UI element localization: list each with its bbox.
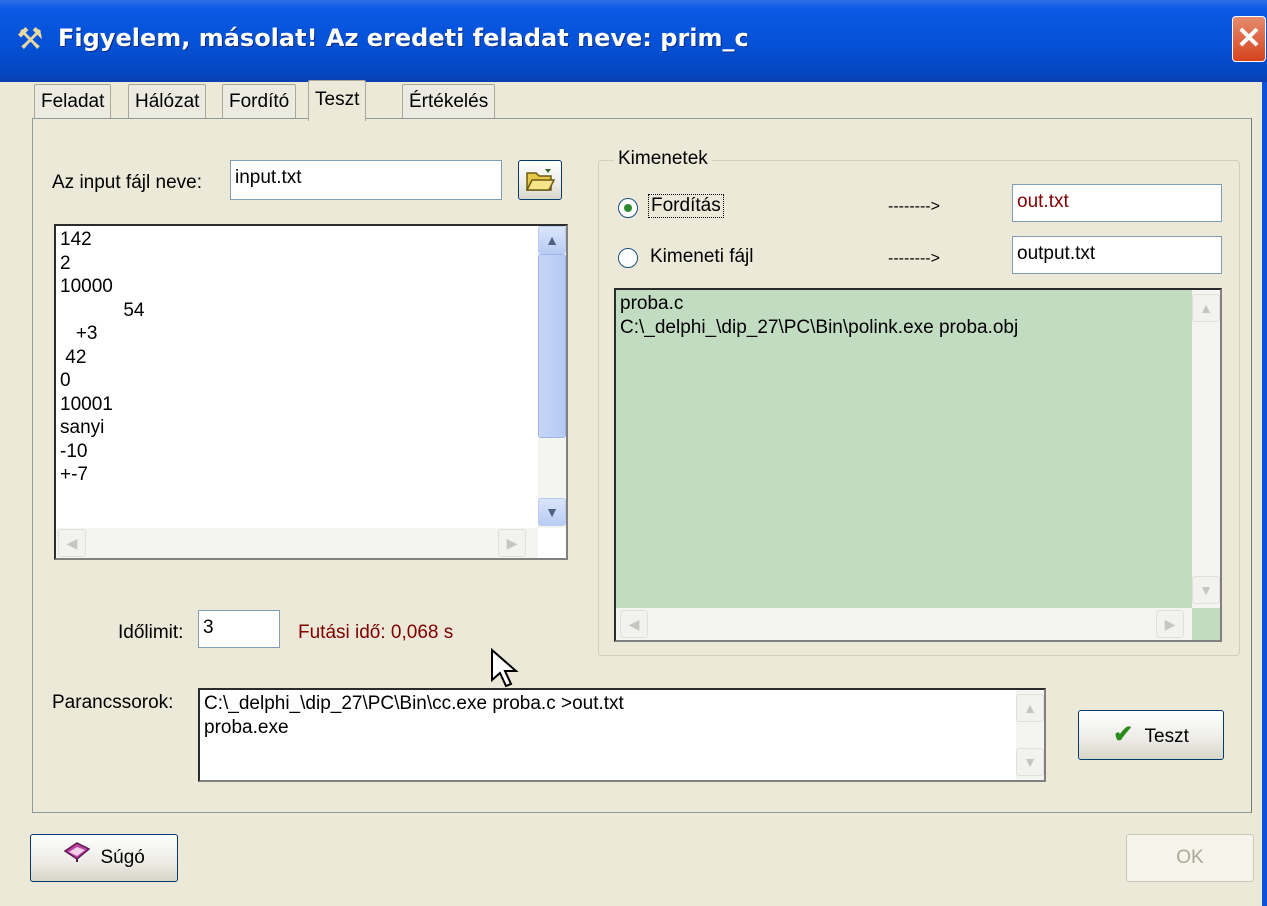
scroll-down-button[interactable]: ▼ [1192,576,1220,604]
scroll-thumb[interactable] [538,254,566,438]
checkmark-icon: ✔ [1113,721,1134,748]
radio-fordítás-label[interactable]: Fordítás [648,194,724,218]
help-book-icon [63,835,91,881]
browse-button[interactable] [518,160,562,200]
tab-teszt[interactable]: Teszt [308,80,367,121]
teszt-button-label: Teszt [1144,726,1189,747]
input-file-field[interactable]: input.txt [230,160,502,200]
kimeneti-fajl-field[interactable]: output.txt [1012,236,1222,274]
commands-memo-vscrollbar[interactable]: ▲ ▼ [1016,690,1044,780]
folder-open-icon [525,169,556,191]
scroll-up-button[interactable]: ▲ [1192,294,1220,322]
input-memo-text: 142 2 10000 54 +3 42 0 10001 sanyi -10 +… [60,229,145,485]
tab-label: Teszt [315,89,360,110]
outputs-group-caption: Kimenetek [614,148,712,170]
scroll-down-button[interactable]: ▼ [538,498,566,526]
scroll-up-button[interactable]: ▲ [1016,694,1044,722]
radio-kimeneti-fajl[interactable] [618,248,638,268]
scroll-up-button[interactable]: ▲ [538,226,566,254]
input-memo-hscrollbar[interactable]: ◀ ▶ [56,528,538,558]
scroll-down-button[interactable]: ▼ [1016,748,1044,776]
runtime-text: Futási idő: 0,068 s [298,622,454,643]
output-memo[interactable]: proba.c C:\_delphi_\dip_27\PC\Bin\polink… [614,288,1222,642]
tab-fordito[interactable]: Fordító [222,84,297,119]
title-bar: ⚒ Figyelem, másolat! Az eredeti feladat … [0,0,1267,82]
timelimit-field[interactable]: 3 [198,610,280,648]
close-button[interactable]: ✕ [1232,16,1266,62]
timelimit-label: Időlimit: [118,622,184,643]
mouse-cursor-icon [490,647,520,697]
teszt-button[interactable]: ✔ Teszt [1078,710,1224,760]
tab-label: Értékelés [409,91,489,112]
tab-ertekeles[interactable]: Értékelés [402,84,496,119]
output-memo-hscrollbar[interactable]: ◀ ▶ [616,608,1192,640]
help-button[interactable]: Súgó [30,834,178,882]
input-memo-vscrollbar[interactable]: ▲ ▼ [538,226,566,528]
help-button-label: Súgó [100,847,145,869]
ok-button[interactable]: OK [1126,834,1254,882]
output-memo-vscrollbar[interactable]: ▲ ▼ [1192,290,1220,608]
window-title: Figyelem, másolat! Az eredeti feladat ne… [58,24,749,52]
tools-icon: ⚒ [16,23,44,56]
scroll-left-button[interactable]: ◀ [58,529,86,557]
tab-feladat[interactable]: Feladat [34,84,112,119]
input-memo[interactable]: 142 2 10000 54 +3 42 0 10001 sanyi -10 +… [54,224,568,560]
radio1-arrow: --------> [888,198,940,215]
radio-selected-dot [624,204,632,212]
scroll-right-button[interactable]: ▶ [1156,610,1184,638]
radio-fordítás[interactable] [618,198,638,218]
commands-memo-text: C:\_delphi_\dip_27\PC\Bin\cc.exe proba.c… [204,693,624,738]
tab-label: Hálózat [135,91,200,112]
fordítás-output-field[interactable]: out.txt [1012,184,1222,222]
input-file-label: Az input fájl neve: [52,172,202,193]
radio2-arrow: --------> [888,250,940,267]
scroll-left-button[interactable]: ◀ [620,610,648,638]
commands-memo[interactable]: C:\_delphi_\dip_27\PC\Bin\cc.exe proba.c… [198,688,1046,782]
commands-label: Parancssorok: [52,692,174,713]
output-memo-text: proba.c C:\_delphi_\dip_27\PC\Bin\polink… [620,293,1019,338]
tab-label: Fordító [229,91,290,112]
radio-kimeneti-fajl-label[interactable]: Kimeneti fájl [650,246,754,268]
scroll-right-button[interactable]: ▶ [498,529,526,557]
tab-halozat[interactable]: Hálózat [128,84,207,119]
tab-label: Feladat [41,91,105,112]
